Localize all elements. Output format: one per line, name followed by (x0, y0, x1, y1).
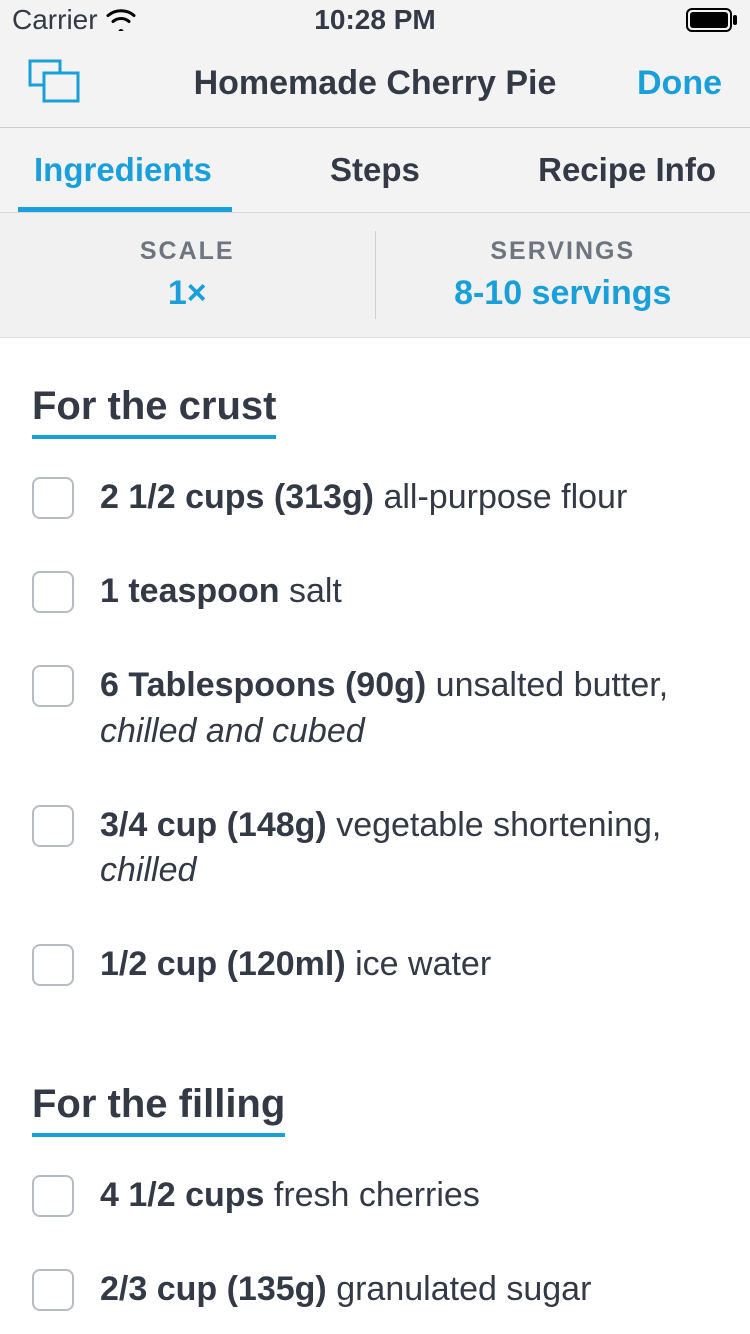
nav-left (28, 59, 148, 108)
copy-icon[interactable] (28, 59, 80, 108)
ingredient-checkbox[interactable] (32, 571, 74, 613)
ingredient-name: ice water (355, 945, 491, 983)
tab-ingredients[interactable]: Ingredients (0, 128, 261, 212)
ingredient-text: 6 Tablespoons (90g) unsalted butter, chi… (100, 663, 718, 755)
battery-icon (686, 8, 738, 32)
servings-label: SERVINGS (490, 237, 635, 266)
carrier-label: Carrier (12, 4, 98, 36)
ingredient-name: all-purpose flour (383, 478, 627, 516)
ingredient-row: 4 1/2 cups fresh cherries (32, 1173, 718, 1219)
servings-value: 8-10 servings (454, 274, 671, 313)
ingredient-checkbox[interactable] (32, 1175, 74, 1217)
ingredient-amount: 1/2 cup (120ml) (100, 945, 346, 983)
ingredient-row: 2/3 cup (135g) granulated sugar (32, 1267, 718, 1313)
tab-info-label: Recipe Info (538, 151, 716, 189)
ingredient-text: 1/2 cup (120ml) ice water (100, 942, 491, 988)
ingredients-content[interactable]: For the crust 2 1/2 cups (313g) all-purpo… (0, 338, 750, 1334)
ingredient-row: 6 Tablespoons (90g) unsalted butter, chi… (32, 663, 718, 755)
ingredient-row: 2 1/2 cups (313g) all-purpose flour (32, 475, 718, 521)
scale-value: 1× (168, 274, 207, 313)
tab-steps-label: Steps (330, 151, 420, 189)
status-left: Carrier (12, 4, 136, 36)
ingredient-row: 1/2 cup (120ml) ice water (32, 942, 718, 988)
page-title: Homemade Cherry Pie (194, 64, 557, 103)
status-bar: Carrier 10:28 PM (0, 0, 750, 40)
done-button[interactable]: Done (602, 64, 722, 103)
scale-row: SCALE 1× SERVINGS 8-10 servings (0, 213, 750, 338)
ingredient-name: granulated sugar (336, 1270, 591, 1308)
ingredient-checkbox[interactable] (32, 944, 74, 986)
ingredient-checkbox[interactable] (32, 805, 74, 847)
tabs: Ingredients Steps Recipe Info (0, 128, 750, 213)
wifi-icon (106, 9, 136, 31)
ingredient-row: 3/4 cup (148g) vegetable shortening, chi… (32, 803, 718, 895)
ingredient-note: chilled and cubed (100, 712, 365, 750)
nav-bar: Homemade Cherry Pie Done (0, 40, 750, 128)
ingredient-name: vegetable shortening, (336, 806, 661, 844)
servings-control[interactable]: SERVINGS 8-10 servings (376, 213, 750, 337)
ingredient-text: 3/4 cup (148g) vegetable shortening, chi… (100, 803, 718, 895)
ingredient-checkbox[interactable] (32, 665, 74, 707)
scale-label: SCALE (140, 237, 235, 266)
ingredient-checkbox[interactable] (32, 477, 74, 519)
section-heading: For the filling (32, 1082, 285, 1137)
ingredient-amount: 6 Tablespoons (90g) (100, 666, 426, 704)
ingredient-amount: 3/4 cup (148g) (100, 806, 327, 844)
ingredient-name: unsalted butter, (436, 666, 669, 704)
tab-recipe-info[interactable]: Recipe Info (489, 128, 750, 212)
ingredient-amount: 4 1/2 cups (100, 1176, 264, 1214)
ingredient-text: 2 1/2 cups (313g) all-purpose flour (100, 475, 627, 521)
ingredient-name: fresh cherries (274, 1176, 480, 1214)
ingredient-text: 4 1/2 cups fresh cherries (100, 1173, 480, 1219)
ingredient-text: 1 teaspoon salt (100, 569, 342, 615)
ingredient-text: 2/3 cup (135g) granulated sugar (100, 1267, 591, 1313)
ingredient-row: 1 teaspoon salt (32, 569, 718, 615)
ingredient-name: salt (289, 572, 342, 610)
tab-ingredients-label: Ingredients (34, 151, 212, 189)
ingredient-note: chilled (100, 851, 196, 889)
status-right (686, 8, 738, 32)
tab-steps[interactable]: Steps (261, 128, 488, 212)
ingredient-amount: 2 1/2 cups (313g) (100, 478, 374, 516)
scale-control[interactable]: SCALE 1× (0, 213, 375, 337)
status-time: 10:28 PM (314, 4, 435, 36)
ingredient-amount: 1 teaspoon (100, 572, 279, 610)
section-heading: For the crust (32, 384, 276, 439)
ingredient-amount: 2/3 cup (135g) (100, 1270, 327, 1308)
ingredient-checkbox[interactable] (32, 1269, 74, 1311)
